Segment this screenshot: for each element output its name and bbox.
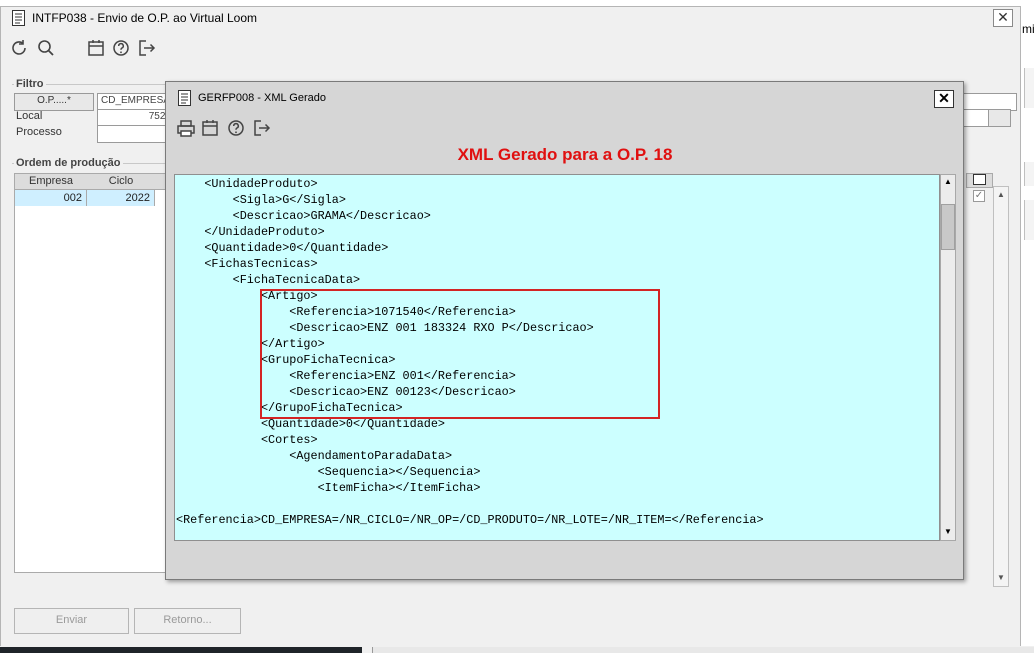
orders-grid[interactable]: Empresa Ciclo 002 2022 xyxy=(14,173,169,573)
dialog-close-button[interactable]: ✕ xyxy=(934,90,954,108)
search-icon[interactable] xyxy=(36,38,56,58)
window-title: INTFP038 - Envio de O.P. ao Virtual Loom xyxy=(32,11,258,25)
processo-field[interactable]: 1 xyxy=(97,125,175,143)
xml-line: <Quantidade>0</Quantidade> xyxy=(176,241,389,255)
row-checkbox[interactable]: ✓ xyxy=(973,190,985,202)
exit-icon[interactable] xyxy=(137,38,157,58)
document-icon xyxy=(12,10,25,26)
close-button[interactable]: ✕ xyxy=(993,9,1013,27)
highlight-box xyxy=(260,289,660,419)
xml-line: <Cortes> xyxy=(176,433,318,447)
xml-heading: XML Gerado para a O.P. 18 xyxy=(457,145,673,164)
dialog-title: GERFP008 - XML Gerado xyxy=(198,92,326,104)
print-icon[interactable] xyxy=(176,118,196,138)
help-icon[interactable] xyxy=(111,38,131,58)
exit-icon[interactable] xyxy=(252,118,272,138)
local-label: Local xyxy=(16,110,43,122)
retorno-button[interactable]: Retorno... xyxy=(134,608,241,634)
calendar-icon[interactable] xyxy=(86,38,106,58)
orders-group-label: Ordem de produção xyxy=(14,157,123,169)
refresh-icon[interactable] xyxy=(10,38,30,58)
column-header-ciclo[interactable]: Ciclo xyxy=(87,174,156,190)
scroll-up-icon[interactable]: ▲ xyxy=(941,175,955,189)
select-all-checkbox[interactable] xyxy=(973,174,986,185)
document-icon xyxy=(178,90,191,106)
xml-line: </UnidadeProduto> xyxy=(176,225,325,239)
filter-group-label: Filtro xyxy=(14,78,46,90)
xml-line: <Sequencia></Sequencia> xyxy=(176,465,481,479)
cell-empresa[interactable]: 002 xyxy=(15,190,87,206)
xml-line: <Referencia>CD_EMPRESA=/NR_CICLO=/NR_OP=… xyxy=(176,513,764,527)
scroll-down-icon[interactable]: ▼ xyxy=(995,571,1007,585)
xml-line: <UnidadeProduto> xyxy=(176,177,318,191)
background-window-panel xyxy=(1024,200,1034,240)
help-icon[interactable] xyxy=(226,118,246,138)
scroll-thumb[interactable] xyxy=(941,204,955,250)
op-lookup-button[interactable]: O.P.....* xyxy=(14,93,94,111)
xml-line: <Sigla>G</Sigla> xyxy=(176,193,346,207)
background-window-text: mi xyxy=(1022,22,1034,36)
scroll-down-icon[interactable]: ▼ xyxy=(941,525,955,539)
xml-line: <FichasTecnicas> xyxy=(176,257,318,271)
scroll-up-icon[interactable]: ▲ xyxy=(995,188,1007,202)
column-header-empresa[interactable]: Empresa xyxy=(15,174,88,190)
background-window-panel xyxy=(1024,68,1034,108)
background-window-panel xyxy=(1024,162,1034,186)
enviar-button[interactable]: Enviar xyxy=(14,608,129,634)
xml-line: <FichaTecnicaData> xyxy=(176,273,361,287)
lookup-icon[interactable] xyxy=(988,109,1011,127)
xml-line: <ItemFicha></ItemFicha> xyxy=(176,481,481,495)
xml-line: <AgendamentoParadaData> xyxy=(176,449,453,463)
calendar-icon[interactable] xyxy=(200,118,220,138)
taskbar-light xyxy=(372,647,1034,653)
processo-label: Processo xyxy=(16,126,62,138)
cell-ciclo[interactable]: 2022 xyxy=(87,190,155,206)
taskbar-dark xyxy=(0,647,362,653)
grid-scrollbar[interactable] xyxy=(993,186,1009,587)
xml-line: <Descricao>GRAMA</Descricao> xyxy=(176,209,431,223)
